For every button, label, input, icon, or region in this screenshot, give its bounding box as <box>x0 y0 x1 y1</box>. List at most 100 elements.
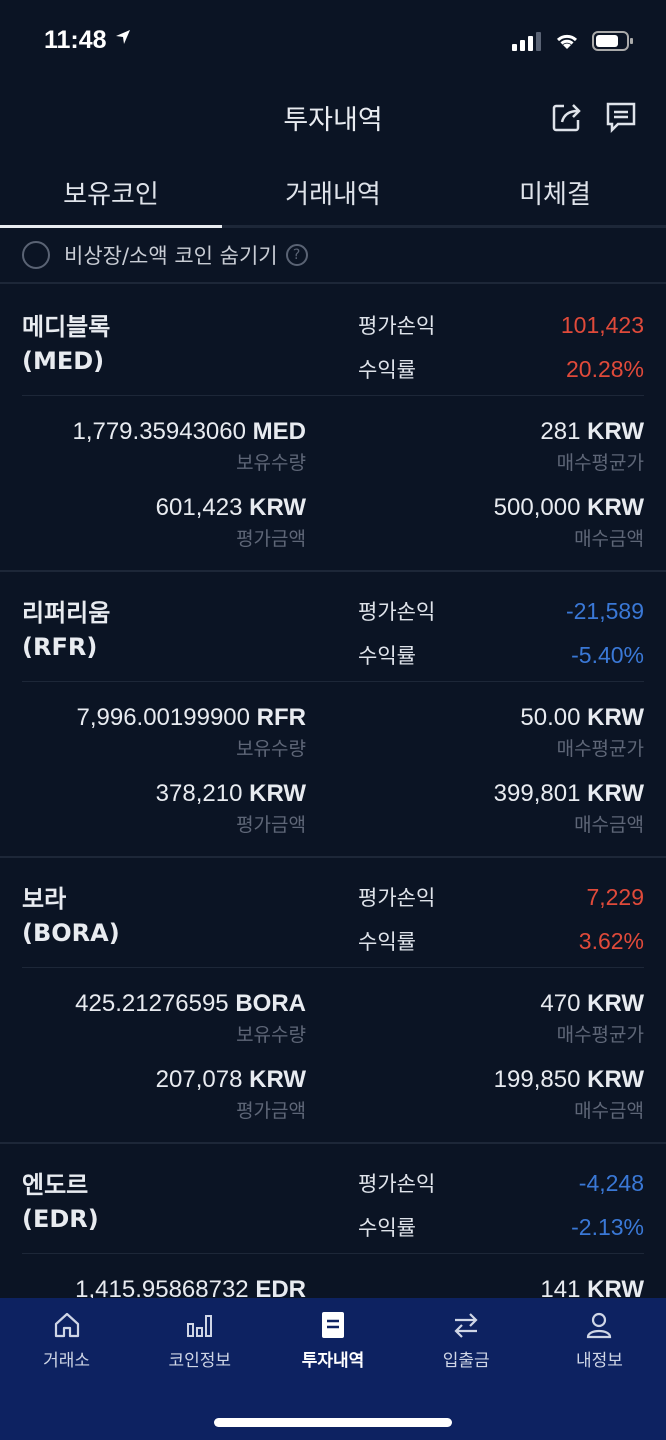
eval-label: 평가금액 <box>236 1100 306 1122</box>
coin-summary: 메디블록 (MED) 평가손익 101,423 수익률 20.28% <box>22 286 644 396</box>
coin-name-text: 엔도르 <box>22 1171 89 1199</box>
buy-amount: 500,000 <box>493 494 581 521</box>
pl-label: 평가손익 <box>358 600 436 624</box>
holding-unit: RFR <box>256 704 306 731</box>
status-time-text: 11:48 <box>44 26 107 54</box>
coin-name-text: 리퍼리움 <box>22 599 111 627</box>
eval-amount: 378,210 <box>155 780 243 807</box>
coin-symbol: (BORA) <box>22 919 120 947</box>
coin-card-bora[interactable]: 보라 (BORA) 평가손익 7,229 수익률 3.62% 425.21276… <box>0 858 666 1144</box>
pl-value: -4,248 <box>578 1170 644 1196</box>
coin-symbol: (MED) <box>22 347 105 375</box>
avg-unit: KRW <box>587 990 644 1017</box>
home-indicator <box>214 1418 452 1427</box>
document-icon <box>322 1312 344 1338</box>
avg-price-label: 매수평균가 <box>556 1024 644 1046</box>
buy-cell: 399,801 KRW 매수금액 <box>494 780 644 837</box>
bar-chart-icon <box>186 1315 212 1337</box>
pl-label: 평가손익 <box>358 886 436 910</box>
holding-cell: 425.21276595 BORA 보유수량 <box>75 990 306 1047</box>
rate-label: 수익률 <box>358 1216 416 1240</box>
hide-small-coins-radio[interactable] <box>22 241 50 269</box>
coin-summary: 보라 (BORA) 평가손익 7,229 수익률 3.62% <box>22 858 644 968</box>
eval-amount: 601,423 <box>155 494 243 521</box>
help-icon[interactable]: ? <box>285 244 308 266</box>
wifi-icon <box>556 34 578 49</box>
nav-coin-info[interactable]: 코인정보 <box>133 1298 266 1378</box>
tab-trade-history[interactable]: 거래내역 <box>222 160 444 225</box>
header: 투자내역 <box>0 88 666 148</box>
coin-name: 메디블록 (MED) <box>22 310 110 378</box>
hide-small-coins-row[interactable]: 비상장/소액 코인 숨기기 ? <box>0 228 666 284</box>
holding-cell: 7,996.00199900 RFR 보유수량 <box>76 704 306 761</box>
nav-exchange[interactable]: 거래소 <box>0 1298 133 1378</box>
coin-card-med[interactable]: 메디블록 (MED) 평가손익 101,423 수익률 20.28% 1,779… <box>0 286 666 572</box>
holding-cell: 1,779.35943060 MED 보유수량 <box>72 418 306 475</box>
holding-qty: 1,779.35943060 <box>72 418 246 445</box>
buy-amount: 199,850 <box>493 1066 581 1093</box>
nav-investment[interactable]: 투자내역 <box>266 1298 399 1378</box>
eval-unit: KRW <box>249 780 306 807</box>
buy-unit: KRW <box>587 1066 644 1093</box>
signal-icon <box>512 32 541 51</box>
coin-summary: 엔도르 (EDR) 평가손익 -4,248 수익률 -2.13% <box>22 1144 644 1254</box>
eval-cell: 601,423 KRW 평가금액 <box>156 494 306 551</box>
coin-name-text: 보라 <box>22 885 67 913</box>
buy-label: 매수금액 <box>574 1100 644 1122</box>
tab-unfilled[interactable]: 미체결 <box>444 160 666 225</box>
message-icon[interactable] <box>604 100 638 134</box>
holding-label: 보유수량 <box>236 1024 306 1046</box>
coin-name-text: 메디블록 <box>22 313 111 341</box>
transfer-icon <box>454 1313 478 1338</box>
share-icon[interactable] <box>550 100 584 134</box>
buy-label: 매수금액 <box>574 528 644 550</box>
eval-amount: 207,078 <box>155 1066 243 1093</box>
holding-qty: 425.21276595 <box>75 990 229 1017</box>
pl-value: 101,423 <box>560 312 644 338</box>
eval-cell: 207,078 KRW 평가금액 <box>156 1066 306 1123</box>
nav-label: 거래소 <box>43 1351 91 1371</box>
avg-price-cell: 281 KRW 매수평균가 <box>540 418 644 475</box>
tab-bar: 보유코인 거래내역 미체결 <box>0 160 666 228</box>
buy-cell: 199,850 KRW 매수금액 <box>494 1066 644 1123</box>
avg-unit: KRW <box>587 704 644 731</box>
user-icon <box>587 1312 612 1339</box>
buy-cell: 500,000 KRW 매수금액 <box>494 494 644 551</box>
avg-price-cell: 470 KRW 매수평균가 <box>540 990 644 1047</box>
pl-label: 평가손익 <box>358 314 436 338</box>
nav-deposit-withdraw[interactable]: 입출금 <box>400 1298 533 1378</box>
buy-unit: KRW <box>587 494 644 521</box>
status-bar: 11:48 <box>0 0 666 88</box>
avg-price-label: 매수평균가 <box>556 452 644 474</box>
eval-cell: 378,210 KRW 평가금액 <box>156 780 306 837</box>
coin-symbol: (RFR) <box>22 633 98 661</box>
pl-value: 7,229 <box>586 884 644 910</box>
rate-value: 3.62% <box>578 928 644 954</box>
coin-name: 엔도르 (EDR) <box>22 1168 99 1236</box>
eval-label: 평가금액 <box>236 528 306 550</box>
avg-price-cell: 50.00 KRW 매수평균가 <box>520 704 644 761</box>
coin-symbol: (EDR) <box>22 1205 99 1233</box>
coin-card-rfr[interactable]: 리퍼리움 (RFR) 평가손익 -21,589 수익률 -5.40% 7,996… <box>0 572 666 858</box>
buy-amount: 399,801 <box>493 780 581 807</box>
nav-my-info[interactable]: 내정보 <box>533 1298 666 1378</box>
rate-label: 수익률 <box>358 644 416 668</box>
nav-label: 입출금 <box>442 1351 490 1371</box>
tab-holdings[interactable]: 보유코인 <box>0 160 222 228</box>
buy-unit: KRW <box>587 780 644 807</box>
buy-label: 매수금액 <box>574 814 644 836</box>
rate-value: -2.13% <box>571 1214 644 1240</box>
avg-price: 470 <box>540 990 581 1017</box>
coin-name: 리퍼리움 (RFR) <box>22 596 110 664</box>
location-arrow-icon <box>115 30 130 44</box>
holding-label: 보유수량 <box>236 738 306 760</box>
holdings-list: 메디블록 (MED) 평가손익 101,423 수익률 20.28% 1,779… <box>0 286 666 1430</box>
rate-label: 수익률 <box>358 358 416 382</box>
nav-label: 내정보 <box>575 1351 623 1371</box>
battery-icon <box>592 31 633 51</box>
rate-value: 20.28% <box>565 356 644 382</box>
rate-value: -5.40% <box>571 642 644 668</box>
eval-label: 평가금액 <box>236 814 306 836</box>
rate-label: 수익률 <box>358 930 416 954</box>
holding-unit: MED <box>252 418 306 445</box>
